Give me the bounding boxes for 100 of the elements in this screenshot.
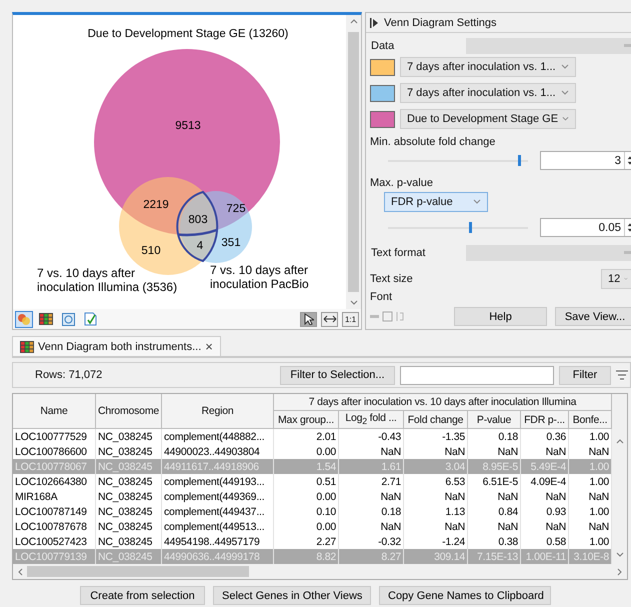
document-tab[interactable]: Venn Diagram both instruments... × [12, 336, 221, 356]
table-cell: LOC100779139 [13, 549, 96, 564]
table-cell: 309.14 [404, 549, 468, 564]
table-cell: complement(449513... [162, 519, 274, 534]
table-view-icon[interactable] [37, 310, 55, 328]
table-cell: NC_038245 [96, 534, 162, 549]
chevron-down-icon [350, 300, 358, 306]
table-cell: LOC100787678 [13, 519, 96, 534]
p-value-label: Max. p-value [369, 176, 434, 189]
vertical-scrollbar[interactable] [346, 15, 361, 309]
chevron-down-icon [473, 199, 481, 205]
region-count: 351 [221, 237, 241, 249]
table-cell: 3.04 [404, 459, 468, 474]
section-tab[interactable]: Data [366, 38, 466, 54]
column-header[interactable]: Name [13, 394, 96, 429]
column-group-header: 7 days after inoculation vs. 10 days after inoculation Illumina [274, 394, 612, 411]
chevron-up-icon [350, 18, 358, 24]
table-cell: NC_038245 [96, 549, 162, 564]
fold-change-spinbox[interactable]: 3 [540, 151, 631, 170]
close-icon[interactable]: × [205, 339, 213, 354]
column-header[interactable]: Fold change [404, 411, 468, 429]
clock-icon[interactable] [59, 310, 77, 328]
venn-title: Due to Development Stage GE (13260) [88, 28, 288, 40]
column-header[interactable]: P-value [468, 411, 521, 429]
table-cell: 44900023..44903804 [162, 444, 274, 459]
column-header[interactable]: Chromosome [96, 394, 162, 429]
table-cell: LOC100786600 [13, 444, 96, 459]
filter-to-selection-button[interactable]: Filter to Selection... [280, 366, 395, 384]
table-cell: complement(449369... [162, 489, 274, 504]
table-cell: 44911617..44918906 [162, 459, 274, 474]
table-cell: 7.15E-13 [468, 549, 521, 564]
color-swatch[interactable] [370, 84, 395, 102]
p-value-spinbox[interactable]: 0.05 [540, 218, 631, 237]
region-count: 803 [188, 214, 208, 226]
table-cell: 44990636..44999178 [162, 549, 274, 564]
table-cell: 44954198..44957179 [162, 534, 274, 549]
collapse-icon[interactable] [370, 18, 379, 28]
panel-title: Venn Diagram Settings [384, 16, 497, 28]
vertical-scrollbar[interactable] [612, 394, 627, 564]
section-tab[interactable]: Text format [366, 245, 466, 261]
color-swatch[interactable] [370, 110, 395, 128]
table-cell: NC_038245 [96, 489, 162, 504]
pointer-tool-button[interactable] [300, 312, 317, 326]
help-button[interactable]: Help [454, 307, 547, 326]
table-cell: 1.54 [274, 459, 339, 474]
column-header[interactable]: Region [162, 394, 274, 429]
menu-icon[interactable] [616, 370, 628, 380]
slider-thumb[interactable] [469, 222, 472, 233]
p-value-type-dropdown[interactable]: FDR p-value [384, 192, 488, 212]
color-swatch[interactable] [370, 58, 395, 76]
column-header[interactable]: Log$_{2}$ fold ... [339, 411, 404, 429]
region-count: 725 [226, 203, 246, 215]
table-cell: LOC100527423 [13, 534, 96, 549]
table-cell: 1.00 [569, 459, 612, 474]
actual-size-button[interactable]: 1:1 [342, 312, 359, 326]
table-cell: 8.82 [274, 549, 339, 564]
set-dropdown[interactable]: 7 days after inoculation vs. 1... [400, 83, 576, 103]
table-cell: LOC100778067 [13, 459, 96, 474]
column-header[interactable]: FDR p-... [521, 411, 569, 429]
save-view-button[interactable]: Save View... [555, 307, 631, 326]
action-button[interactable]: Create from selection [80, 586, 205, 605]
panel-tools-icon[interactable] [370, 311, 404, 322]
table-cell: NC_038245 [96, 459, 162, 474]
fold-change-label: Min. absolute fold change [369, 135, 496, 148]
set-label: 7 vs. 10 days after inoculation PacBio [210, 263, 309, 291]
set-label: 7 vs. 10 days after inoculation Illumina (3536) [37, 266, 178, 294]
table-cell: NC_038245 [96, 519, 162, 534]
table-cell: LOC102664380 [13, 474, 96, 489]
chevron-left-icon [17, 568, 23, 576]
table-icon [20, 340, 34, 352]
table-cell: NC_038245 [96, 429, 162, 444]
action-button[interactable]: Select Genes in Other Views [213, 586, 371, 605]
table-cell: NC_038245 [96, 474, 162, 489]
filter-field[interactable] [400, 366, 554, 384]
fit-tool-button[interactable] [321, 312, 338, 326]
text-size-dropdown[interactable]: 12 [601, 269, 631, 289]
action-button[interactable]: Copy Gene Names to Clipboard [379, 586, 551, 605]
table-cell: NC_038245 [96, 504, 162, 519]
table-cell: MIR168A [13, 489, 96, 504]
horizontal-scrollbar[interactable] [13, 564, 627, 579]
table-cell: 8.27 [339, 549, 404, 564]
row-count: Rows: 71,072 [35, 369, 104, 381]
table-cell: 1.00E-11 [521, 549, 569, 564]
table-cell: 1.61 [339, 459, 404, 474]
table-cell: LOC100787149 [13, 504, 96, 519]
table-cell: 5.49E-4 [521, 459, 569, 474]
slider-thumb[interactable] [518, 155, 522, 166]
chevron-up-icon [616, 438, 624, 444]
region-count: 4 [196, 240, 204, 252]
set-dropdown[interactable]: Due to Development Stage GE [400, 109, 576, 129]
chevron-down-icon [561, 90, 569, 96]
column-header[interactable]: Bonfe... [569, 411, 612, 429]
chevron-down-icon [562, 116, 569, 122]
table-cell: NC_038245 [96, 444, 162, 459]
filter-button[interactable]: Filter [559, 366, 611, 384]
column-header[interactable]: Max group... [274, 411, 339, 429]
set-dropdown[interactable]: 7 days after inoculation vs. 1... [400, 57, 576, 77]
venn-view-icon[interactable] [15, 310, 33, 328]
table-cell: complement(449437... [162, 504, 274, 519]
text-size-label: Text size [370, 273, 413, 285]
